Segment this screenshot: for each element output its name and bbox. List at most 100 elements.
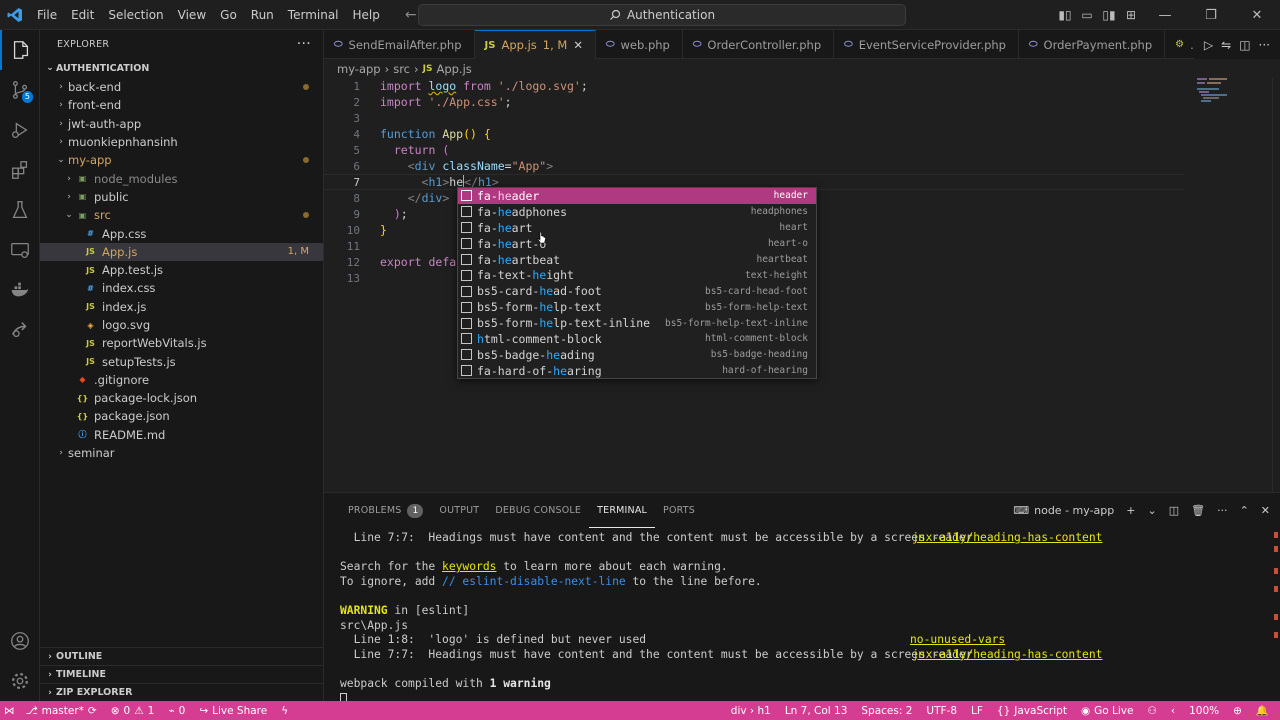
- settings-gear-icon[interactable]: [0, 661, 40, 701]
- suggestion-item[interactable]: fa-header header: [458, 188, 816, 204]
- menu-file[interactable]: File: [30, 0, 64, 30]
- editor-tab[interactable]: ⬭ OrderPayment.php: [1019, 30, 1166, 59]
- tree-item[interactable]: ⌄ my-app: [40, 151, 323, 169]
- tree-item[interactable]: › seminar: [40, 444, 323, 462]
- indentation[interactable]: Spaces: 2: [854, 705, 919, 717]
- suggestion-item[interactable]: fa-hard-of-hearing hard-of-hearing: [458, 363, 816, 379]
- suggestion-item[interactable]: bs5-badge-heading bs5-badge-heading: [458, 347, 816, 363]
- tree-item[interactable]: # App.css: [40, 224, 323, 242]
- tree-item[interactable]: ◆ .gitignore: [40, 371, 323, 389]
- testing-flask-icon[interactable]: [0, 190, 40, 230]
- command-center-search[interactable]: Authentication: [418, 4, 906, 26]
- live-share-button[interactable]: ↪ Live Share: [192, 705, 274, 717]
- menu-run[interactable]: Run: [244, 0, 281, 30]
- terminal-scrollbar[interactable]: [1266, 528, 1280, 702]
- account-icon[interactable]: [0, 621, 40, 661]
- tree-item[interactable]: ◈ logo.svg: [40, 316, 323, 334]
- tree-item[interactable]: JS App.js 1, M: [40, 242, 323, 261]
- zoom-level[interactable]: 100%: [1182, 705, 1226, 717]
- docker-icon[interactable]: [0, 270, 40, 310]
- tree-item[interactable]: › muonkiepnhansinh: [40, 133, 323, 151]
- zoom-in-icon[interactable]: ⊕: [1226, 705, 1249, 717]
- lightning-icon[interactable]: ϟ: [274, 705, 295, 717]
- element-context[interactable]: div › h1: [724, 705, 778, 717]
- tab-output[interactable]: OUTPUT: [431, 493, 487, 528]
- breadcrumb-item[interactable]: my-app: [337, 62, 381, 76]
- tree-item[interactable]: JS setupTests.js: [40, 352, 323, 370]
- customize-layout-icon[interactable]: ⊞: [1120, 8, 1142, 22]
- tree-item[interactable]: JS index.js: [40, 298, 323, 316]
- remote-indicator[interactable]: ⋈: [0, 705, 19, 717]
- outline-section[interactable]: › OUTLINE: [40, 647, 323, 665]
- tree-item[interactable]: JS reportWebVitals.js: [40, 334, 323, 352]
- editor-tab[interactable]: ⬭ web.php: [596, 30, 683, 59]
- editor-scrollbar[interactable]: [1272, 78, 1280, 492]
- suggestion-item[interactable]: html-comment-block html-comment-block: [458, 331, 816, 347]
- timeline-section[interactable]: › TIMELINE: [40, 665, 323, 683]
- tree-item[interactable]: # index.css: [40, 279, 323, 297]
- suggestion-item[interactable]: bs5-card-head-foot bs5-card-head-foot: [458, 283, 816, 299]
- compare-icon[interactable]: ⇋: [1221, 38, 1231, 52]
- editor-tab[interactable]: ⬭ OrderController.php: [683, 30, 835, 59]
- back-arrow-icon[interactable]: ←: [405, 7, 417, 23]
- language-mode[interactable]: {} JavaScript: [990, 705, 1074, 717]
- restore-icon[interactable]: ❐: [1188, 8, 1234, 23]
- tab-terminal[interactable]: TERMINAL: [589, 493, 656, 528]
- editor-tab[interactable]: JS App.js 1, M ✕: [474, 30, 596, 59]
- new-terminal-icon[interactable]: +: [1126, 504, 1135, 517]
- editor-tab[interactable]: ⬭ SendEmailAfter.php: [324, 30, 475, 59]
- explorer-icon[interactable]: [0, 30, 40, 70]
- feedback-icon[interactable]: ⚇: [1140, 705, 1163, 717]
- ports-indicator[interactable]: ⌁ 0: [161, 705, 192, 717]
- suggestion-item[interactable]: fa-heart-o heart-o: [458, 236, 816, 252]
- eslint-rule-link[interactable]: jsx-a11y/heading-has-content: [912, 531, 1102, 544]
- more-icon[interactable]: ···: [1217, 504, 1228, 517]
- cursor-position[interactable]: Ln 7, Col 13: [778, 705, 855, 717]
- chevron-down-icon[interactable]: ⌄: [1147, 504, 1156, 517]
- run-debug-icon[interactable]: [0, 110, 40, 150]
- tree-item[interactable]: JS App.test.js: [40, 261, 323, 279]
- menu-terminal[interactable]: Terminal: [281, 0, 346, 30]
- tab-debug-console[interactable]: DEBUG CONSOLE: [487, 493, 589, 528]
- close-tab-icon[interactable]: ✕: [573, 38, 583, 52]
- breadcrumb-item[interactable]: src: [393, 62, 410, 76]
- tree-item[interactable]: {} package.json: [40, 407, 323, 425]
- bell-icon[interactable]: 🔔: [1249, 704, 1276, 717]
- suggestion-item[interactable]: bs5-form-help-text-inline bs5-form-help-t…: [458, 315, 816, 331]
- zip-explorer-section[interactable]: › ZIP EXPLORER: [40, 683, 323, 701]
- go-live-button[interactable]: ◉ Go Live: [1074, 705, 1141, 717]
- menu-selection[interactable]: Selection: [101, 0, 170, 30]
- minimap[interactable]: [1195, 78, 1270, 492]
- suggestion-item[interactable]: fa-heartbeat heartbeat: [458, 252, 816, 268]
- toggle-panel-icon[interactable]: ▭: [1076, 8, 1098, 22]
- terminal-output[interactable]: Line 7:7: Headings must have content and…: [340, 531, 1260, 706]
- maximize-panel-icon[interactable]: ⌃: [1240, 504, 1249, 517]
- problems-indicator[interactable]: ⊗ 0 ⚠ 1: [104, 705, 162, 717]
- eslint-rule-link[interactable]: jsx-a11y/heading-has-content: [912, 648, 1102, 661]
- remote-explorer-icon[interactable]: [0, 230, 40, 270]
- live-share-icon[interactable]: [0, 310, 40, 350]
- tree-item[interactable]: › jwt-auth-app: [40, 115, 323, 133]
- more-icon[interactable]: ···: [1259, 38, 1270, 52]
- split-editor-icon[interactable]: ◫: [1239, 38, 1250, 52]
- tree-item[interactable]: ⓘ README.md: [40, 426, 323, 444]
- tree-item[interactable]: › front-end: [40, 96, 323, 114]
- tree-item[interactable]: › ▣ node_modules: [40, 169, 323, 187]
- close-window-icon[interactable]: ✕: [1234, 8, 1280, 23]
- toggle-secondary-sidebar-icon[interactable]: ▯▮: [1098, 8, 1120, 22]
- toggle-sidebar-icon[interactable]: ▮▯: [1054, 8, 1076, 22]
- encoding[interactable]: UTF-8: [919, 705, 964, 717]
- suggestion-item[interactable]: fa-headphones headphones: [458, 204, 816, 220]
- tree-item[interactable]: ⌄ ▣ src: [40, 206, 323, 224]
- minimize-icon[interactable]: —: [1142, 8, 1188, 23]
- tab-problems[interactable]: PROBLEMS 1: [340, 493, 431, 528]
- terminal-instance[interactable]: ⌨ node - my-app: [1013, 504, 1114, 517]
- run-icon[interactable]: ▷: [1204, 38, 1213, 52]
- menu-edit[interactable]: Edit: [64, 0, 101, 30]
- branch-indicator[interactable]: ⎇ master* ⟳: [19, 705, 104, 717]
- tree-item[interactable]: › back-end: [40, 78, 323, 96]
- tree-item[interactable]: {} package-lock.json: [40, 389, 323, 407]
- suggestion-item[interactable]: fa-text-height text-height: [458, 267, 816, 283]
- close-panel-icon[interactable]: ✕: [1261, 504, 1270, 517]
- menu-help[interactable]: Help: [346, 0, 387, 30]
